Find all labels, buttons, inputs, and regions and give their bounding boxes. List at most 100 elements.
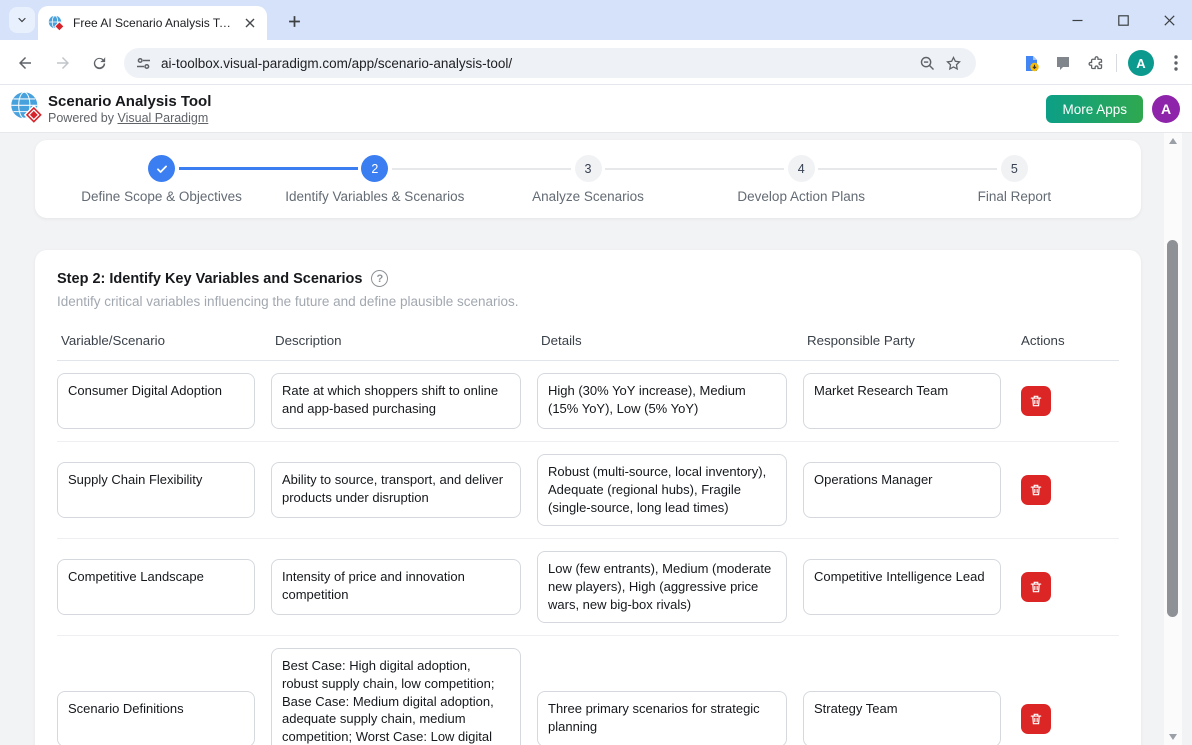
table-row: Supply Chain Flexibility Ability to sourc…: [57, 442, 1119, 539]
stepper-step-3[interactable]: 3Analyze Scenarios: [481, 140, 694, 218]
browser-tab[interactable]: Free AI Scenario Analysis Tool -: [38, 6, 267, 40]
browser-profile-avatar[interactable]: A: [1128, 50, 1154, 76]
plus-icon: [288, 15, 301, 28]
browser-tab-strip: Free AI Scenario Analysis Tool -: [0, 0, 1192, 40]
trash-icon: [1029, 394, 1043, 408]
details-input[interactable]: Robust (multi-source, local inventory), …: [537, 454, 787, 526]
details-input[interactable]: High (30% YoY increase), Medium (15% YoY…: [537, 373, 787, 429]
reload-icon: [91, 55, 108, 72]
step2-card: Step 2: Identify Key Variables and Scena…: [35, 250, 1141, 745]
step-connector: [392, 168, 482, 170]
description-input[interactable]: Rate at which shoppers shift to online a…: [271, 373, 521, 429]
window-controls: [1054, 0, 1192, 40]
col-header-actions: Actions: [1017, 333, 1114, 348]
trash-icon: [1029, 712, 1043, 726]
doc-download-extension-button[interactable]: [1015, 48, 1047, 78]
new-tab-button[interactable]: [281, 8, 307, 34]
stepper-steps: Define Scope & Objectives2Identify Varia…: [55, 140, 1121, 218]
powered-by: Powered by Visual Paradigm: [48, 111, 211, 126]
step-label: Analyze Scenarios: [532, 189, 644, 204]
app-title: Scenario Analysis Tool: [48, 93, 211, 110]
maximize-button[interactable]: [1100, 0, 1146, 40]
toolbar-extensions-area: A: [1015, 48, 1192, 78]
minimize-icon: [1072, 15, 1083, 26]
stepper-step-1[interactable]: Define Scope & Objectives: [55, 140, 268, 218]
step-connector: [605, 168, 695, 170]
stepper-step-2[interactable]: 2Identify Variables & Scenarios: [268, 140, 481, 218]
app-header: Scenario Analysis Tool Powered by Visual…: [0, 85, 1192, 133]
variables-table: Variable/Scenario Description Details Re…: [57, 333, 1119, 745]
description-input[interactable]: Best Case: High digital adoption, robust…: [271, 648, 521, 745]
app-user-avatar[interactable]: A: [1152, 95, 1180, 123]
step-label: Develop Action Plans: [737, 189, 865, 204]
col-header-description: Description: [271, 333, 521, 348]
chat-bubble-extension-button[interactable]: [1047, 48, 1079, 78]
trash-icon: [1029, 483, 1043, 497]
details-input[interactable]: Low (few entrants), Medium (moderate new…: [537, 551, 787, 623]
browser-menu-button[interactable]: [1160, 48, 1192, 78]
tab-close-icon[interactable]: [241, 14, 259, 32]
kebab-menu-icon: [1174, 55, 1178, 71]
scrollbar-down-arrow-icon[interactable]: [1169, 734, 1177, 740]
toolbar-divider: [1116, 54, 1117, 72]
table-header-row: Variable/Scenario Description Details Re…: [57, 333, 1119, 361]
back-arrow-icon: [16, 54, 34, 72]
step-number: 5: [1001, 155, 1028, 182]
help-icon[interactable]: ?: [371, 270, 388, 287]
stepper-step-5[interactable]: 5Final Report: [908, 140, 1121, 218]
browser-toolbar: ai-toolbox.visual-paradigm.com/app/scena…: [0, 40, 1192, 85]
tab-search-button[interactable]: [9, 7, 35, 33]
step-connector: [818, 168, 908, 170]
url-text[interactable]: ai-toolbox.visual-paradigm.com/app/scena…: [161, 56, 914, 71]
tab-title: Free AI Scenario Analysis Tool -: [73, 16, 235, 30]
trash-icon: [1029, 580, 1043, 594]
responsible-party-input[interactable]: Market Research Team: [803, 373, 1001, 429]
powered-by-prefix: Powered by: [48, 111, 117, 125]
extensions-button[interactable]: [1079, 48, 1111, 78]
variable-input[interactable]: Competitive Landscape: [57, 559, 255, 615]
page-scrollbar[interactable]: [1164, 133, 1182, 745]
step2-subtitle: Identify critical variables influencing …: [57, 294, 1119, 309]
variable-input[interactable]: Supply Chain Flexibility: [57, 462, 255, 518]
row-actions: [1017, 386, 1114, 416]
table-row: Scenario Definitions Best Case: High digi…: [57, 636, 1119, 745]
description-input[interactable]: Ability to source, transport, and delive…: [271, 462, 521, 518]
minimize-button[interactable]: [1054, 0, 1100, 40]
variable-input[interactable]: Scenario Definitions: [57, 691, 255, 745]
step-connector: [908, 168, 998, 170]
col-header-variable: Variable/Scenario: [57, 333, 255, 348]
details-input[interactable]: Three primary scenarios for strategic pl…: [537, 691, 787, 745]
delete-row-button[interactable]: [1021, 704, 1051, 734]
row-actions: [1017, 704, 1114, 734]
back-button[interactable]: [10, 48, 40, 78]
forward-button[interactable]: [48, 48, 78, 78]
zoom-button[interactable]: [914, 50, 940, 76]
responsible-party-input[interactable]: Competitive Intelligence Lead: [803, 559, 1001, 615]
stepper-step-4[interactable]: 4 Develop Action Plans: [695, 140, 908, 218]
close-button[interactable]: [1146, 0, 1192, 40]
chevron-down-icon: [16, 14, 28, 26]
site-favicon-icon: [48, 15, 65, 32]
step-number: 2: [361, 155, 388, 182]
url-bar[interactable]: ai-toolbox.visual-paradigm.com/app/scena…: [124, 48, 976, 78]
delete-row-button[interactable]: [1021, 572, 1051, 602]
variable-input[interactable]: Consumer Digital Adoption: [57, 373, 255, 429]
step-connector: [179, 167, 269, 170]
reload-button[interactable]: [84, 48, 114, 78]
site-settings-tune-icon[interactable]: [136, 56, 151, 71]
step-connector: [268, 167, 358, 170]
more-apps-button[interactable]: More Apps: [1046, 95, 1143, 123]
description-input[interactable]: Intensity of price and innovation compet…: [271, 559, 521, 615]
scrollbar-up-arrow-icon[interactable]: [1169, 138, 1177, 144]
delete-row-button[interactable]: [1021, 475, 1051, 505]
delete-row-button[interactable]: [1021, 386, 1051, 416]
bookmark-button[interactable]: [940, 50, 966, 76]
responsible-party-input[interactable]: Operations Manager: [803, 462, 1001, 518]
scrollbar-thumb[interactable]: [1167, 240, 1178, 617]
visual-paradigm-link[interactable]: Visual Paradigm: [117, 111, 208, 125]
responsible-party-input[interactable]: Strategy Team: [803, 691, 1001, 745]
zoom-out-magnifier-icon: [919, 55, 936, 72]
step-connector: [481, 168, 571, 170]
step-number: 4: [788, 155, 815, 182]
row-actions: [1017, 475, 1114, 505]
